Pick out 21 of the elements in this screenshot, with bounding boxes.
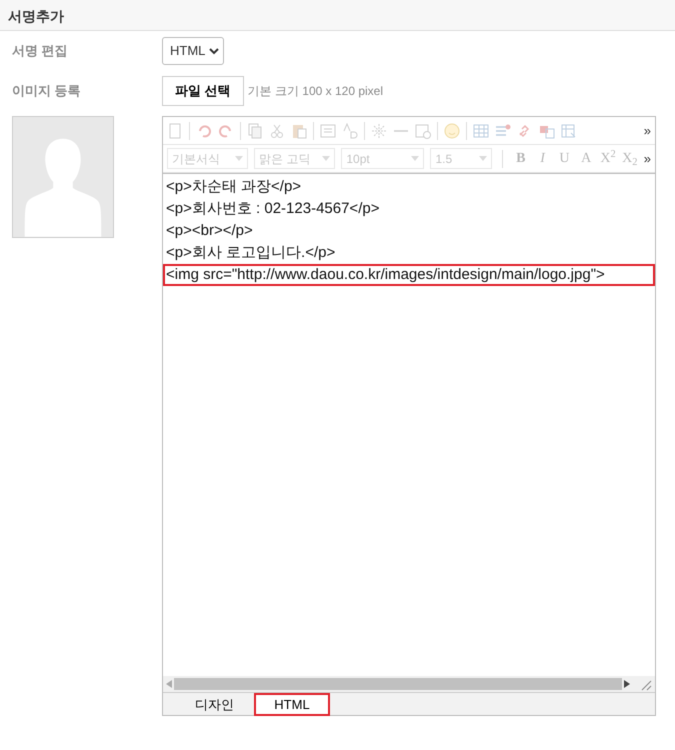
code-line: <p><br></p> xyxy=(165,221,254,241)
format-select[interactable]: HTML xyxy=(162,37,224,65)
scroll-right-icon[interactable] xyxy=(624,680,630,688)
field-label: 이미지 등록 xyxy=(12,82,82,100)
file-select-button[interactable]: 파일 선택 xyxy=(162,76,244,106)
editor-tab[interactable]: HTML xyxy=(254,693,330,716)
field-label: 서명 편집 xyxy=(12,42,69,60)
scroll-left-icon[interactable] xyxy=(166,680,172,688)
code-line: <p>회사 로고입니다.</p> xyxy=(165,243,336,263)
size-hint: 기본 크기 100 x 120 pixel xyxy=(248,83,384,100)
avatar-placeholder-icon xyxy=(12,116,114,238)
caret-icon xyxy=(235,156,244,161)
editor-tab[interactable]: 디자인 xyxy=(175,693,254,716)
code-line: <p>회사번호 : 02-123-4567</p> xyxy=(165,199,380,219)
caret-icon xyxy=(322,156,330,161)
caret-icon xyxy=(209,47,220,55)
caret-icon xyxy=(411,156,420,161)
code-line: <p>차순태 과장</p> xyxy=(165,177,302,197)
scrollbar-thumb[interactable] xyxy=(174,678,622,690)
caret-icon xyxy=(478,156,487,161)
page-title: 서명추가 xyxy=(8,8,64,24)
